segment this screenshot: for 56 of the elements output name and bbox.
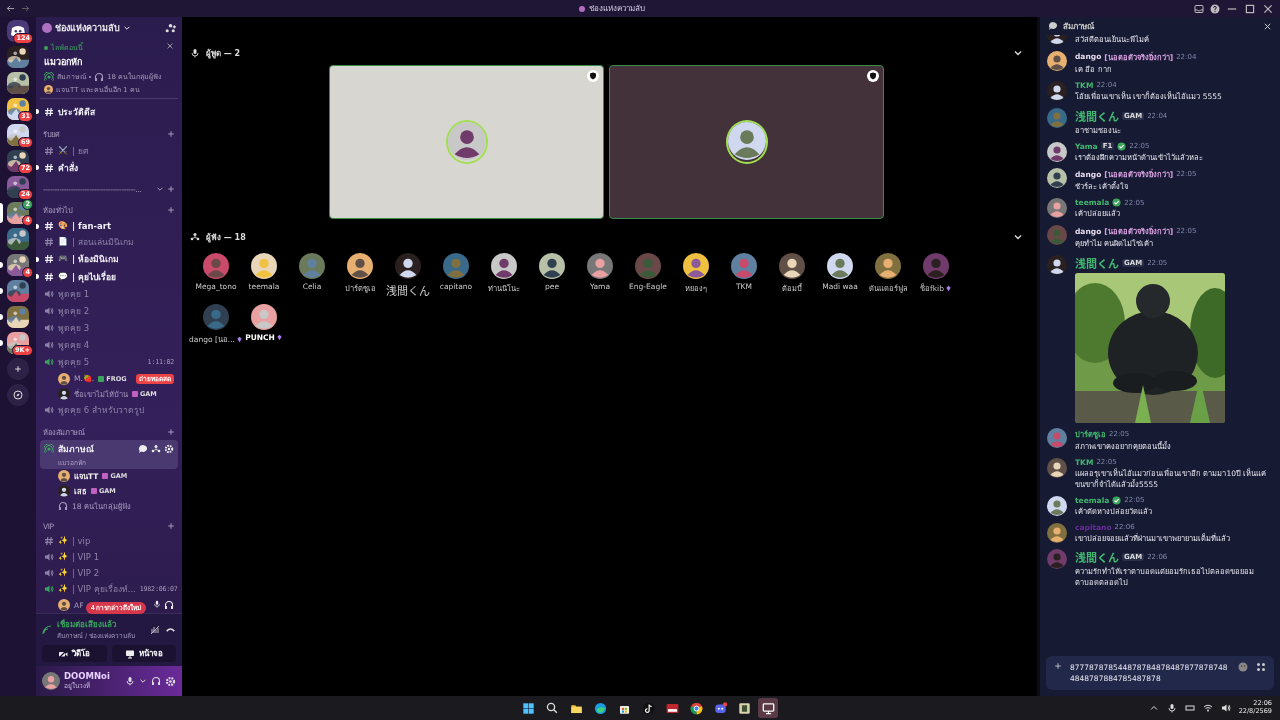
window-title: ช่องแห่งความลับ <box>589 3 645 15</box>
channel-item[interactable]: ✨ | vip <box>40 532 178 549</box>
channel-name: ประวัติดีส <box>58 105 96 119</box>
channel-name: พูดคุย 1 <box>58 287 91 301</box>
channel-name: | ยศ <box>71 144 89 158</box>
channel-name: | คุยไปเรื่อย <box>71 270 118 284</box>
emoji-icon: ✨ <box>58 568 68 577</box>
listener-name[interactable]: 浅間くん <box>386 282 430 298</box>
emoji-icon: ⚔ <box>58 146 68 155</box>
channel-name: | VIP คุยเรื่องท์... <box>71 582 136 597</box>
channel-item[interactable]: 📄 | สอนเล่นมินิเกม <box>40 233 178 251</box>
screen-share-button[interactable]: หน้าจอ <box>111 645 176 662</box>
channel-name: | VIP 1 <box>71 551 101 562</box>
author-name[interactable]: 浅間くん <box>1075 549 1119 566</box>
channel-name: | ห้องมินิเกม <box>71 253 121 267</box>
channel-name: พูดคุย 4 <box>58 339 91 353</box>
channel-item[interactable]: พูดคุย 2 <box>40 302 178 320</box>
event-title: แมวอกหัก <box>44 56 83 69</box>
channel-item[interactable]: ⚔ | ยศ <box>40 142 178 160</box>
channel-name: | VIP 2 <box>71 567 101 578</box>
emoji-icon: 🎮 <box>58 255 68 264</box>
emoji-icon: 🎨 <box>58 221 68 230</box>
emoji-icon: ✨ <box>58 585 68 594</box>
username[interactable]: DOOMNoi <box>64 671 110 681</box>
channel-item[interactable]: 💬 | คุยไปเรื่อย <box>40 267 178 286</box>
author-name[interactable]: 浅間くん <box>1075 255 1119 271</box>
channel-name: | fan-art <box>71 220 113 231</box>
channel-item[interactable]: ✨ | VIP 2 <box>40 564 178 581</box>
channel-item[interactable]: คำสั่ง <box>40 159 178 177</box>
channel-item[interactable]: พูดคุย 1 <box>40 285 178 303</box>
voice-status: เชื่อมต่อเสียงแล้ว <box>57 618 117 631</box>
emoji-icon: ✨ <box>58 552 68 561</box>
author-name[interactable]: 浅間くん <box>1075 107 1119 124</box>
channel-name: สัมภาษณ์ <box>58 443 95 457</box>
channel-item[interactable]: 🎮 | ห้องมินิเกม <box>40 250 178 268</box>
section-heading: ผู้ฟัง — 18 <box>206 231 247 244</box>
channel-name: | vip <box>71 535 92 546</box>
channel-name: | สอนเล่นมินิเกม <box>71 236 135 250</box>
channel-name: พูดคุย 6 สำหรับวาดรูป <box>58 403 145 417</box>
channel-name: คำสั่ง <box>58 161 79 175</box>
channel-name: พูดคุย 2 <box>58 304 91 318</box>
emoji-icon: ✨ <box>58 536 68 545</box>
channel-item[interactable]: พูดคุย 4 <box>40 336 178 354</box>
emoji-icon: 💬 <box>58 272 68 281</box>
section-heading: ผู้พูด — 2 <box>206 47 242 60</box>
channel-item[interactable]: ประวัติดีส <box>40 103 178 121</box>
panel-title: สัมภาษณ์ <box>1063 20 1095 33</box>
channel-item[interactable]: พูดคุย 3 <box>40 319 178 337</box>
video-button[interactable]: วิดีโอ <box>42 645 107 662</box>
channel-name: พูดคุย 5 <box>58 356 91 370</box>
channel-item[interactable]: 🎨 | fan-art <box>40 217 178 234</box>
server-name-button[interactable]: ช่องแห่งความลับ <box>42 21 131 35</box>
channel-name: พูดคุย 3 <box>58 322 91 336</box>
emoji-icon: 📄 <box>58 238 68 247</box>
channel-item[interactable]: ✨ | VIP 1 <box>40 548 178 565</box>
channel-item[interactable]: พูดคุย 6 สำหรับวาดรูป <box>40 401 178 419</box>
